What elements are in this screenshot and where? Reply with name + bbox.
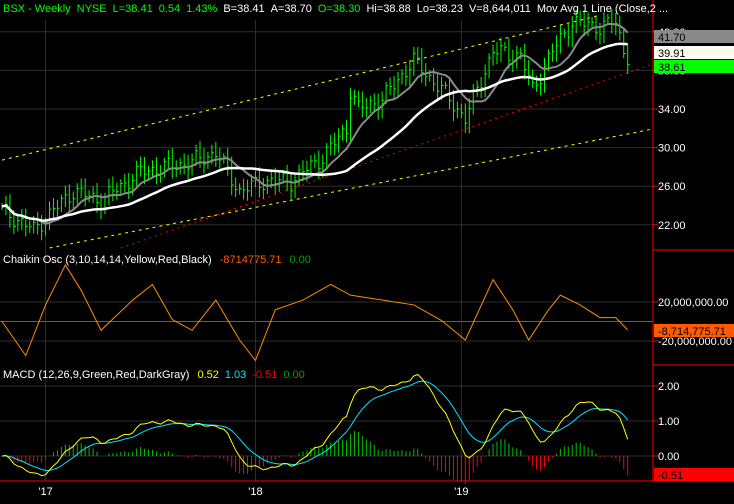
grid xyxy=(0,20,653,481)
svg-text:MACD (12,26,9,Green,Red,DarkGr: MACD (12,26,9,Green,Red,DarkGray) 0.52 1.0… xyxy=(3,369,305,381)
bid: B=38.41 xyxy=(223,3,264,15)
change-pct: 1.43% xyxy=(186,3,217,15)
last-price: L=38.41 xyxy=(113,3,153,15)
chaikin-header: Chaikin Osc (3,10,14,14,Yellow,Red,Black… xyxy=(3,254,311,266)
stock-chart: '17'18'1922.0026.0030.0034.0038.0042.002… xyxy=(0,0,734,498)
svg-text:BSX - WeeklyNYSEL=38.410.541.4: BSX - Weekly NYSE L=38.41 0.54 1.43% B=38.41 A… xyxy=(3,3,668,15)
x-tick-label: '18 xyxy=(248,486,262,498)
symbol: BSX - Weekly xyxy=(3,3,71,15)
high: Hi=38.88 xyxy=(366,3,410,15)
macd-header: MACD (12,26,9,Green,Red,DarkGray) 0.52 1.0… xyxy=(3,369,305,381)
volume: V=8,644,011 xyxy=(469,3,531,15)
price-tick-label: 22.00 xyxy=(658,220,686,232)
channel-upper xyxy=(1,14,601,161)
price-tick-label: 34.00 xyxy=(658,104,686,116)
x-tick-label: '17 xyxy=(38,486,52,498)
chaikin-last-label: -8,714,775.71 xyxy=(658,326,726,338)
header: BSX - Weekly NYSE L=38.41 0.54 1.43% B=38.41 A… xyxy=(3,3,668,15)
macd-value: 0.52 xyxy=(197,369,218,381)
last-price-label: 38.61 xyxy=(658,62,686,74)
change: 0.54 xyxy=(159,3,180,15)
price-tick-label: 30.00 xyxy=(658,143,686,155)
study-label: Mov Avg 1 Line (Close,2 ... xyxy=(537,3,668,15)
low: Lo=38.23 xyxy=(417,3,463,15)
macd-tick-label: 2.00 xyxy=(658,381,679,393)
ask: A=38.70 xyxy=(271,3,312,15)
chaikin-tick-label: 20,000,000.00 xyxy=(658,297,728,309)
slow-ma-price-label: 39.91 xyxy=(658,48,686,60)
channel-lower xyxy=(49,128,652,249)
chaikin-line xyxy=(1,263,629,362)
x-tick-label: '19 xyxy=(454,486,468,498)
macd-label: MACD (12,26,9,Green,Red,DarkGray) xyxy=(3,369,189,381)
hist-value: -0.51 xyxy=(252,369,277,381)
macd-line xyxy=(1,373,629,477)
open: O=38.30 xyxy=(318,3,361,15)
macd-last-label: -0.51 xyxy=(658,470,683,482)
chart-marks xyxy=(1,9,652,484)
exchange: NYSE xyxy=(77,3,107,15)
zero-value: 0.00 xyxy=(283,369,304,381)
signal-line xyxy=(1,380,629,471)
chaikin-label: Chaikin Osc (3,10,14,14,Yellow,Red,Black… xyxy=(3,254,212,266)
price-tick-label: 26.00 xyxy=(658,181,686,193)
macd-tick-label: 0.00 xyxy=(658,451,679,463)
fast-ma-price-label: 41.70 xyxy=(658,32,686,44)
signal-value: 1.03 xyxy=(225,369,246,381)
fast-ma-line xyxy=(1,22,629,225)
svg-text:Chaikin Osc (3,10,14,14,Yellow: Chaikin Osc (3,10,14,14,Yellow,Red,Black… xyxy=(3,254,311,266)
chaikin-value2: 0.00 xyxy=(290,254,311,266)
macd-tick-label: 1.00 xyxy=(658,416,679,428)
chaikin-value: -8714775.71 xyxy=(220,254,282,266)
